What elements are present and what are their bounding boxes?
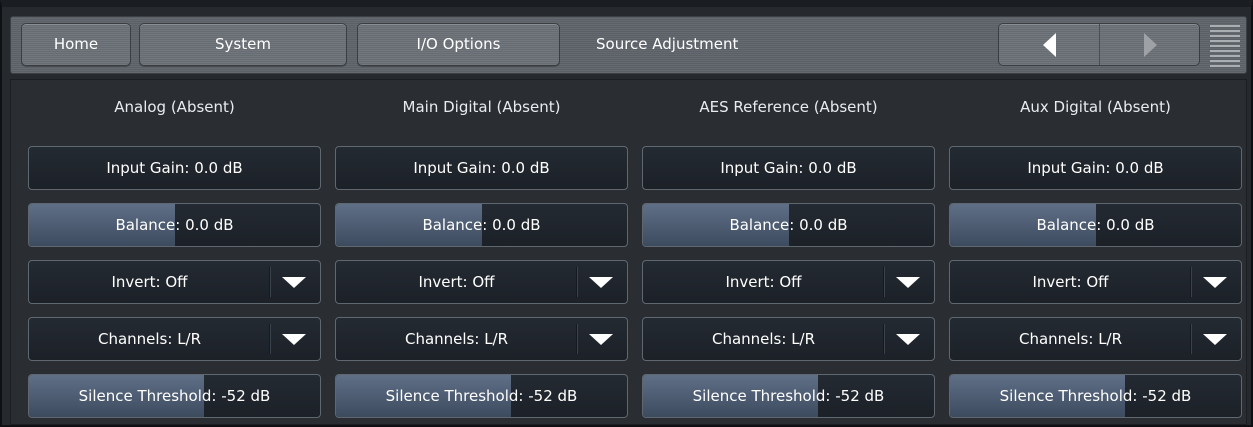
- source-title: AES Reference (Absent): [699, 98, 878, 116]
- input-gain-label: Input Gain: 0.0 dB: [413, 159, 550, 177]
- chevron-down-icon[interactable]: [589, 277, 613, 288]
- silence-threshold-slider[interactable]: Silence Threshold: -52 dB: [28, 374, 321, 418]
- source-title: Analog (Absent): [114, 98, 235, 116]
- invert-label: Invert: Off: [111, 273, 188, 291]
- channels-dropdown[interactable]: Channels: L/R: [642, 317, 935, 361]
- invert-dropdown[interactable]: Invert: Off: [642, 260, 935, 304]
- tab-io-options[interactable]: I/O Options: [357, 23, 560, 66]
- input-gain-label: Input Gain: 0.0 dB: [106, 159, 243, 177]
- triangle-left-icon: [1042, 32, 1056, 57]
- channels-dropdown[interactable]: Channels: L/R: [949, 317, 1242, 361]
- channels-label: Channels: L/R: [711, 330, 816, 348]
- chevron-down-icon[interactable]: [1203, 334, 1227, 345]
- source-title: Main Digital (Absent): [402, 98, 561, 116]
- chevron-down-icon[interactable]: [282, 277, 306, 288]
- input-gain-slider[interactable]: Input Gain: 0.0 dB: [335, 146, 628, 190]
- balance-label: Balance: 0.0 dB: [422, 216, 541, 234]
- top-nav-bar: Home System I/O Options Source Adjustmen…: [10, 16, 1247, 74]
- balance-slider[interactable]: Balance: 0.0 dB: [335, 203, 628, 247]
- dropdown-separator: [883, 267, 884, 297]
- chevron-down-icon[interactable]: [896, 334, 920, 345]
- current-page-title: Source Adjustment: [596, 35, 739, 53]
- silence-threshold-label: Silence Threshold: -52 dB: [692, 387, 885, 405]
- chevron-down-icon[interactable]: [1203, 277, 1227, 288]
- input-gain-slider[interactable]: Input Gain: 0.0 dB: [949, 146, 1242, 190]
- input-gain-slider[interactable]: Input Gain: 0.0 dB: [642, 146, 935, 190]
- dropdown-separator: [883, 324, 884, 354]
- dropdown-separator: [1190, 267, 1191, 297]
- invert-label: Invert: Off: [418, 273, 495, 291]
- input-gain-label: Input Gain: 0.0 dB: [720, 159, 857, 177]
- channels-dropdown[interactable]: Channels: L/R: [335, 317, 628, 361]
- balance-slider[interactable]: Balance: 0.0 dB: [949, 203, 1242, 247]
- balance-label: Balance: 0.0 dB: [1036, 216, 1155, 234]
- silence-threshold-slider[interactable]: Silence Threshold: -52 dB: [642, 374, 935, 418]
- source-adjustment-panel: Analog (Absent) Input Gain: 0.0 dB Balan…: [10, 79, 1247, 425]
- next-page-button[interactable]: [1100, 24, 1200, 65]
- source-title: Aux Digital (Absent): [1020, 98, 1171, 116]
- channels-dropdown[interactable]: Channels: L/R: [28, 317, 321, 361]
- triangle-right-icon: [1143, 32, 1157, 57]
- page-nav-arrows: [998, 23, 1200, 66]
- dropdown-separator: [1190, 324, 1191, 354]
- channels-label: Channels: L/R: [404, 330, 509, 348]
- chevron-down-icon[interactable]: [282, 334, 306, 345]
- silence-threshold-label: Silence Threshold: -52 dB: [78, 387, 271, 405]
- dropdown-separator: [576, 267, 577, 297]
- silence-threshold-label: Silence Threshold: -52 dB: [999, 387, 1192, 405]
- tab-system[interactable]: System: [139, 23, 347, 66]
- input-gain-label: Input Gain: 0.0 dB: [1027, 159, 1164, 177]
- balance-label: Balance: 0.0 dB: [115, 216, 234, 234]
- balance-label: Balance: 0.0 dB: [729, 216, 848, 234]
- invert-dropdown[interactable]: Invert: Off: [335, 260, 628, 304]
- dropdown-separator: [576, 324, 577, 354]
- invert-label: Invert: Off: [1032, 273, 1109, 291]
- channels-label: Channels: L/R: [1018, 330, 1123, 348]
- silence-threshold-slider[interactable]: Silence Threshold: -52 dB: [949, 374, 1242, 418]
- invert-dropdown[interactable]: Invert: Off: [949, 260, 1242, 304]
- dropdown-separator: [269, 267, 270, 297]
- input-gain-slider[interactable]: Input Gain: 0.0 dB: [28, 146, 321, 190]
- dropdown-separator: [269, 324, 270, 354]
- chevron-down-icon[interactable]: [589, 334, 613, 345]
- balance-slider[interactable]: Balance: 0.0 dB: [28, 203, 321, 247]
- prev-page-button[interactable]: [999, 24, 1099, 65]
- hamburger-menu-icon[interactable]: [1210, 23, 1240, 67]
- tab-home[interactable]: Home: [21, 23, 131, 66]
- silence-threshold-label: Silence Threshold: -52 dB: [385, 387, 578, 405]
- app-window: Home System I/O Options Source Adjustmen…: [0, 0, 1253, 427]
- silence-threshold-slider[interactable]: Silence Threshold: -52 dB: [335, 374, 628, 418]
- chevron-down-icon[interactable]: [896, 277, 920, 288]
- invert-dropdown[interactable]: Invert: Off: [28, 260, 321, 304]
- balance-slider[interactable]: Balance: 0.0 dB: [642, 203, 935, 247]
- channels-label: Channels: L/R: [97, 330, 202, 348]
- invert-label: Invert: Off: [725, 273, 802, 291]
